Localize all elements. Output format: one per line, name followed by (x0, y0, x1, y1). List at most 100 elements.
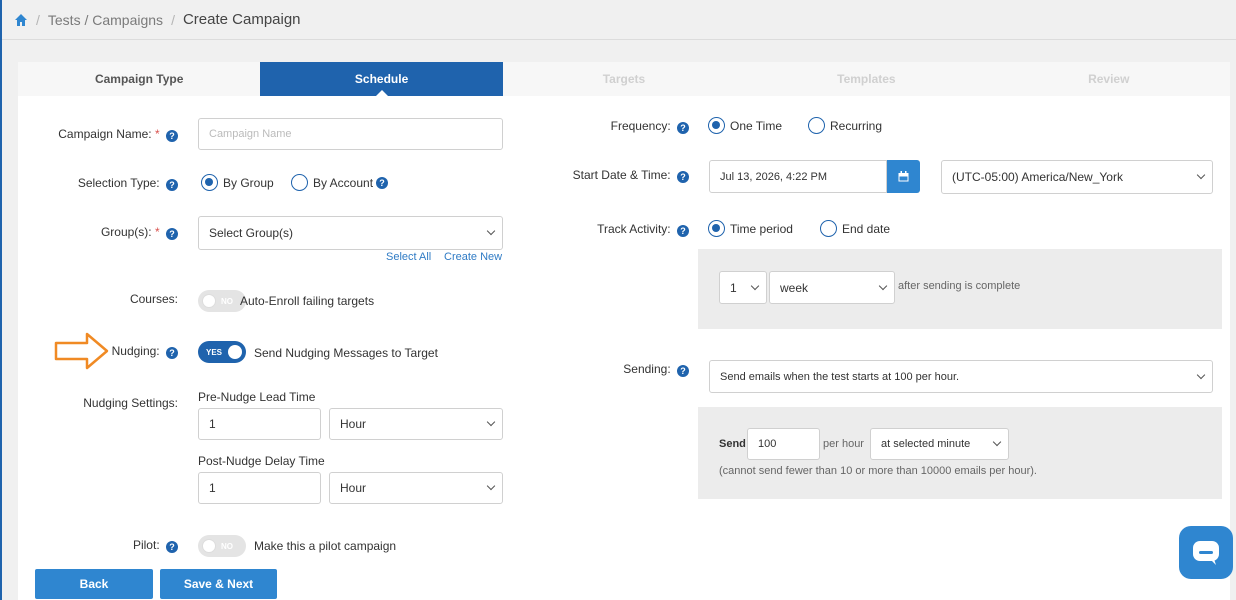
pre-nudge-title: Pre-Nudge Lead Time (198, 390, 316, 404)
send-minute-select[interactable]: at selected minute (870, 428, 1009, 460)
select-all-link[interactable]: Select All (386, 251, 431, 263)
home-icon[interactable] (14, 13, 28, 27)
nudging-label: Nudging: ? (112, 344, 178, 359)
toggle-state-label: NO (221, 296, 233, 306)
back-button[interactable]: Back (35, 569, 153, 599)
selection-type-label: Selection Type: ? (78, 176, 178, 191)
track-activity-label: Track Activity: ? (597, 222, 689, 237)
sending-select[interactable]: Send emails when the test starts at 100 … (709, 360, 1213, 393)
step-schedule[interactable]: Schedule (260, 62, 503, 97)
radio-recurring[interactable]: Recurring (808, 117, 882, 134)
radio-checked-icon (708, 220, 725, 237)
sending-select-value: Send emails when the test starts at 100 … (720, 370, 960, 383)
pilot-label-text: Pilot: (132, 538, 160, 552)
toggle-knob (228, 345, 242, 359)
save-next-button[interactable]: Save & Next (160, 569, 277, 599)
courses-text: Auto-Enroll failing targets (240, 294, 375, 308)
toggle-state-label: NO (221, 541, 233, 551)
page-title: Create Campaign (182, 11, 301, 28)
timezone-select[interactable]: (UTC-05:00) America/New_York (941, 160, 1213, 194)
pre-nudge-unit-select[interactable]: Hour (329, 408, 503, 440)
required-marker: * (154, 127, 160, 141)
send-rate-input[interactable]: 100 (747, 428, 820, 460)
campaign-name-label: Campaign Name: * ? (58, 127, 178, 142)
create-new-link[interactable]: Create New (444, 251, 502, 263)
send-limit-note: (cannot send fewer than 10 or more than … (719, 465, 1037, 477)
toggle-knob (202, 294, 216, 308)
per-hour-text: per hour (823, 438, 864, 450)
help-icon[interactable]: ? (166, 130, 178, 142)
help-icon[interactable]: ? (166, 179, 178, 191)
radio-recurring-label: Recurring (830, 118, 883, 133)
pilot-text: Make this a pilot campaign (254, 539, 397, 553)
chevron-down-icon (486, 226, 496, 236)
track-count-value: 1 (730, 280, 737, 295)
radio-end-date[interactable]: End date (820, 220, 890, 237)
radio-one-time-label: One Time (730, 118, 783, 133)
chevron-down-icon (992, 437, 1002, 447)
radio-by-group[interactable]: By Group (201, 174, 274, 191)
courses-toggle[interactable]: NO (198, 290, 246, 312)
chevron-down-icon (486, 417, 496, 427)
radio-unchecked-icon (820, 220, 837, 237)
help-icon[interactable]: ? (166, 541, 178, 553)
step-review: Review (1088, 72, 1130, 86)
track-unit-select[interactable]: week (769, 271, 895, 304)
radio-time-period[interactable]: Time period (708, 220, 793, 237)
radio-unchecked-icon (808, 117, 825, 134)
radio-time-period-label: Time period (730, 221, 793, 236)
post-nudge-unit-select[interactable]: Hour (329, 472, 503, 504)
timezone-select-value: (UTC-05:00) America/New_York (952, 170, 1123, 184)
post-nudge-value-input[interactable]: 1 (198, 472, 321, 504)
help-icon[interactable]: ? (376, 176, 389, 189)
radio-unchecked-icon (291, 174, 308, 191)
help-icon[interactable]: ? (677, 122, 689, 134)
step-templates: Templates (837, 72, 896, 86)
post-nudge-unit-value: Hour (340, 481, 367, 495)
post-nudge-title: Post-Nudge Delay Time (198, 454, 325, 468)
breadcrumb-separator: / (171, 11, 175, 28)
help-icon[interactable]: ? (677, 365, 689, 377)
chevron-down-icon (878, 281, 888, 290)
chat-widget-button[interactable] (1179, 526, 1233, 579)
breadcrumb-tests-campaigns[interactable]: Tests / Campaigns (48, 12, 163, 28)
radio-by-group-label: By Group (223, 175, 274, 190)
nudging-label-text: Nudging: (111, 344, 160, 358)
start-date-input[interactable]: Jul 13, 2026, 4:22 PM (709, 160, 887, 193)
radio-end-date-label: End date (842, 221, 891, 236)
campaign-name-input[interactable]: Campaign Name (198, 118, 503, 150)
nudging-settings-label: Nudging Settings: (83, 396, 178, 410)
chevron-down-icon (750, 281, 760, 290)
required-marker: * (154, 225, 160, 239)
calendar-button[interactable] (887, 160, 920, 193)
chevron-down-icon (1196, 370, 1206, 379)
pilot-toggle[interactable]: NO (198, 535, 246, 557)
pilot-label: Pilot: ? (133, 538, 178, 553)
wizard-steps: Campaign Type Schedule Targets Templates… (18, 62, 1230, 97)
chat-bubble-icon (1193, 540, 1219, 565)
radio-by-account[interactable]: By Account ? (291, 174, 389, 191)
breadcrumb-separator: / (36, 11, 40, 28)
selection-type-label-text: Selection Type: (77, 176, 160, 190)
frequency-label-text: Frequency: (610, 119, 671, 133)
toggle-state-label: YES (206, 347, 223, 357)
send-label: Send (719, 438, 746, 450)
campaign-name-label-text: Campaign Name: (58, 127, 152, 141)
groups-label: Group(s): * ? (101, 225, 178, 240)
radio-one-time[interactable]: One Time (708, 117, 782, 134)
chevron-down-icon (1196, 170, 1206, 180)
help-icon[interactable]: ? (677, 171, 689, 183)
nudging-toggle[interactable]: YES (198, 341, 246, 363)
step-campaign-type[interactable]: Campaign Type (18, 62, 260, 96)
help-icon[interactable]: ? (166, 228, 178, 240)
pre-nudge-unit-value: Hour (340, 417, 367, 431)
help-icon[interactable]: ? (677, 225, 689, 237)
chevron-down-icon (486, 481, 496, 491)
start-date-label: Start Date & Time: ? (573, 168, 689, 183)
frequency-label: Frequency: ? (611, 119, 689, 134)
help-icon[interactable]: ? (166, 347, 178, 359)
pre-nudge-value-input[interactable]: 1 (198, 408, 321, 440)
groups-select[interactable]: Select Group(s) (198, 216, 503, 250)
track-count-select[interactable]: 1 (719, 271, 767, 304)
courses-label: Courses: (129, 292, 178, 306)
